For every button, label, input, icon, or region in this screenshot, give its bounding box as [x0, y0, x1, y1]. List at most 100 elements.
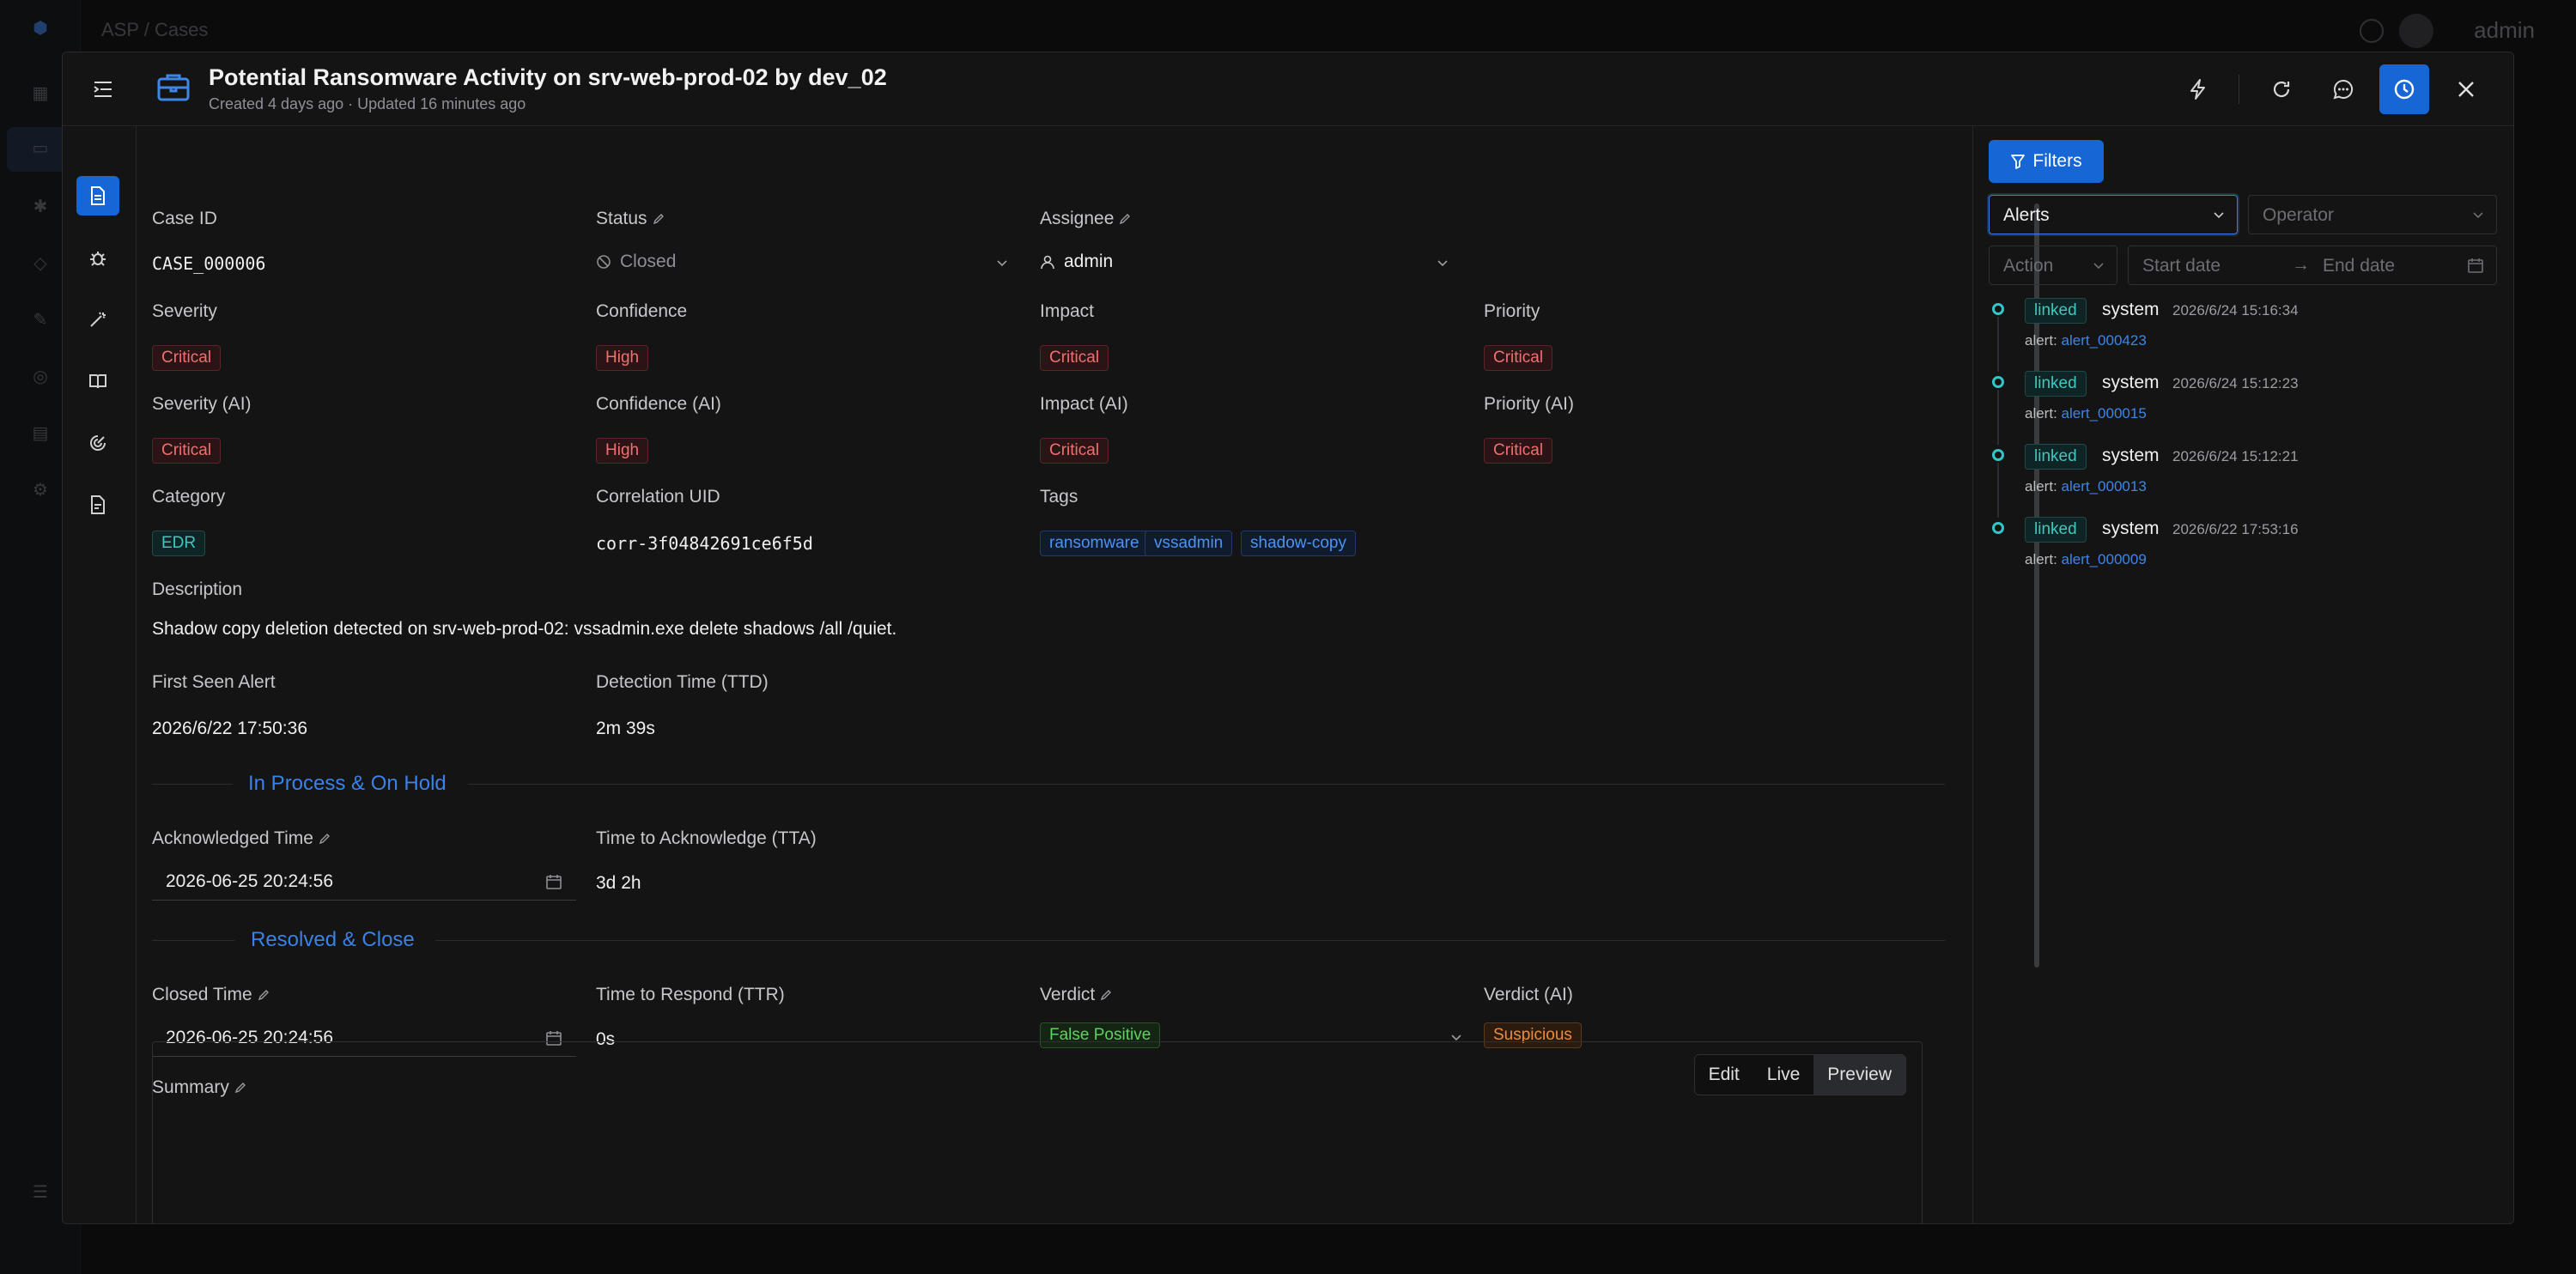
mode-live-button[interactable]: Live [1753, 1055, 1814, 1095]
edit-pencil-icon[interactable] [653, 213, 665, 225]
briefcase-icon [155, 70, 191, 106]
description-label: Description [152, 579, 243, 599]
edit-pencil-icon[interactable] [319, 833, 331, 845]
alert-link[interactable]: alert_000423 [2062, 332, 2147, 349]
summary-editor[interactable]: Edit Live Preview [152, 1041, 1923, 1223]
mode-edit-button[interactable]: Edit [1695, 1055, 1753, 1095]
status-label: Status [596, 209, 665, 229]
end-date-placeholder[interactable]: End date [2323, 256, 2395, 276]
resolved-title: Resolved & Close [251, 928, 415, 951]
assignee-select[interactable]: admin [1040, 246, 1449, 276]
tag-chip[interactable]: vssadmin [1145, 531, 1233, 556]
impact-ai-label: Impact (AI) [1040, 394, 1128, 414]
date-range-picker[interactable]: Start date → End date [2128, 246, 2497, 285]
timeline-actor: system [2102, 300, 2160, 319]
case-section-rail [63, 126, 137, 1223]
tta-value: 3d 2h [596, 873, 641, 893]
priority-badge: Critical [1484, 345, 1553, 371]
history-icon [2394, 79, 2415, 100]
cases-icon[interactable]: ▭ [31, 139, 50, 158]
severity-badge: Critical [152, 345, 222, 371]
severity-label: Severity [152, 301, 217, 321]
comments-button[interactable] [2318, 64, 2368, 114]
timeline-connector [1997, 463, 1999, 518]
case-id-value: CASE_000006 [152, 253, 266, 274]
avatar[interactable] [2399, 14, 2433, 48]
rail-report-button[interactable] [76, 485, 119, 525]
first-seen-label: First Seen Alert [152, 672, 276, 692]
confidence-ai-badge: High [596, 438, 649, 464]
timeline-button[interactable] [2379, 64, 2429, 114]
chevron-down-icon [2214, 212, 2224, 219]
rail-ai-button[interactable] [76, 423, 119, 463]
book-icon[interactable]: ▤ [31, 424, 50, 443]
shield-icon[interactable]: ◇ [31, 254, 50, 273]
user-icon [1041, 255, 1054, 270]
rail-details-button[interactable] [76, 176, 119, 215]
refresh-button[interactable] [2257, 64, 2306, 114]
report-icon [91, 495, 105, 514]
alert-link[interactable]: alert_000015 [2062, 405, 2147, 422]
verdict-label: Verdict [1040, 985, 1112, 1005]
impact-ai-badge: Critical [1040, 438, 1109, 464]
tta-label: Time to Acknowledge (TTA) [596, 828, 817, 848]
ban-icon [597, 255, 611, 269]
ack-time-picker[interactable]: 2026-06-25 20:24:56 [152, 863, 576, 901]
edit-pencil-icon[interactable] [258, 989, 270, 1001]
settings-icon[interactable]: ⚙ [31, 481, 50, 500]
chat-icon [2333, 79, 2354, 100]
close-icon [2458, 82, 2474, 97]
filters-button[interactable]: Filters [1989, 140, 2104, 183]
linked-badge: linked [2025, 444, 2087, 470]
timeline-detail: alert: alert_000009 [2025, 551, 2147, 567]
menu-toggle-icon[interactable] [88, 75, 118, 104]
severity-ai-label: Severity (AI) [152, 394, 252, 414]
bolt-icon [2190, 79, 2205, 100]
collapse-icon[interactable]: ☰ [31, 1183, 50, 1202]
edit-pencil-icon[interactable] [1119, 213, 1131, 225]
user-name[interactable]: admin [2474, 17, 2535, 44]
tag-chip[interactable]: shadow-copy [1241, 531, 1356, 556]
impact-label: Impact [1040, 301, 1095, 321]
radar-icon[interactable]: ◎ [31, 367, 50, 386]
start-date-placeholder[interactable]: Start date [2142, 256, 2221, 276]
operator-select[interactable]: Operator [2248, 195, 2497, 234]
tools-icon[interactable]: ✎ [31, 311, 50, 330]
bolt-button[interactable] [2173, 64, 2223, 114]
closed-time-label: Closed Time [152, 985, 270, 1005]
help-icon[interactable] [2360, 19, 2384, 43]
mode-preview-button[interactable]: Preview [1814, 1055, 1905, 1095]
rail-alerts-button[interactable] [76, 238, 119, 277]
timeline-item: linked system 2026/6/22 17:53:16 alert: … [1992, 517, 2473, 580]
chevron-down-icon [997, 260, 1007, 267]
alert-link[interactable]: alert_000009 [2062, 551, 2147, 567]
close-button[interactable] [2441, 64, 2491, 114]
timeline-detail: alert: alert_000013 [2025, 478, 2147, 494]
timeline-actor: system [2102, 519, 2160, 538]
rail-playbook-button[interactable] [76, 361, 119, 401]
refresh-icon [2273, 81, 2290, 98]
timeline-time: 2026/6/24 15:16:34 [2172, 302, 2299, 318]
correlation-label: Correlation UID [596, 487, 720, 507]
timeline-dot [1992, 376, 2004, 388]
timeline-dot [1992, 449, 2004, 461]
status-select[interactable]: Closed [596, 246, 1008, 276]
bug-icon[interactable]: ✱ [31, 197, 50, 216]
dashboard-icon[interactable]: ▦ [31, 84, 50, 103]
timeline-dot [1992, 303, 2004, 315]
type-select-value: Alerts [2003, 205, 2050, 225]
timeline-panel: Filters Alerts Operator Action Start dat… [1972, 126, 2513, 1223]
edit-pencil-icon[interactable] [1100, 989, 1112, 1001]
rail-tools-button[interactable] [76, 300, 119, 339]
calendar-icon [546, 875, 562, 889]
type-select[interactable]: Alerts [1989, 195, 2238, 234]
breadcrumb: ASP / Cases [101, 19, 209, 40]
confidence-label: Confidence [596, 301, 688, 321]
case-subtitle: Created 4 days ago · Updated 16 minutes … [209, 95, 526, 112]
ttr-label: Time to Respond (TTR) [596, 985, 785, 1004]
page-title: Potential Ransomware Activity on srv-web… [209, 64, 887, 90]
action-select[interactable]: Action [1989, 246, 2117, 285]
alert-link[interactable]: alert_000013 [2062, 478, 2147, 494]
severity-ai-badge: Critical [152, 438, 222, 464]
tag-chip[interactable]: ransomware [1040, 531, 1149, 556]
